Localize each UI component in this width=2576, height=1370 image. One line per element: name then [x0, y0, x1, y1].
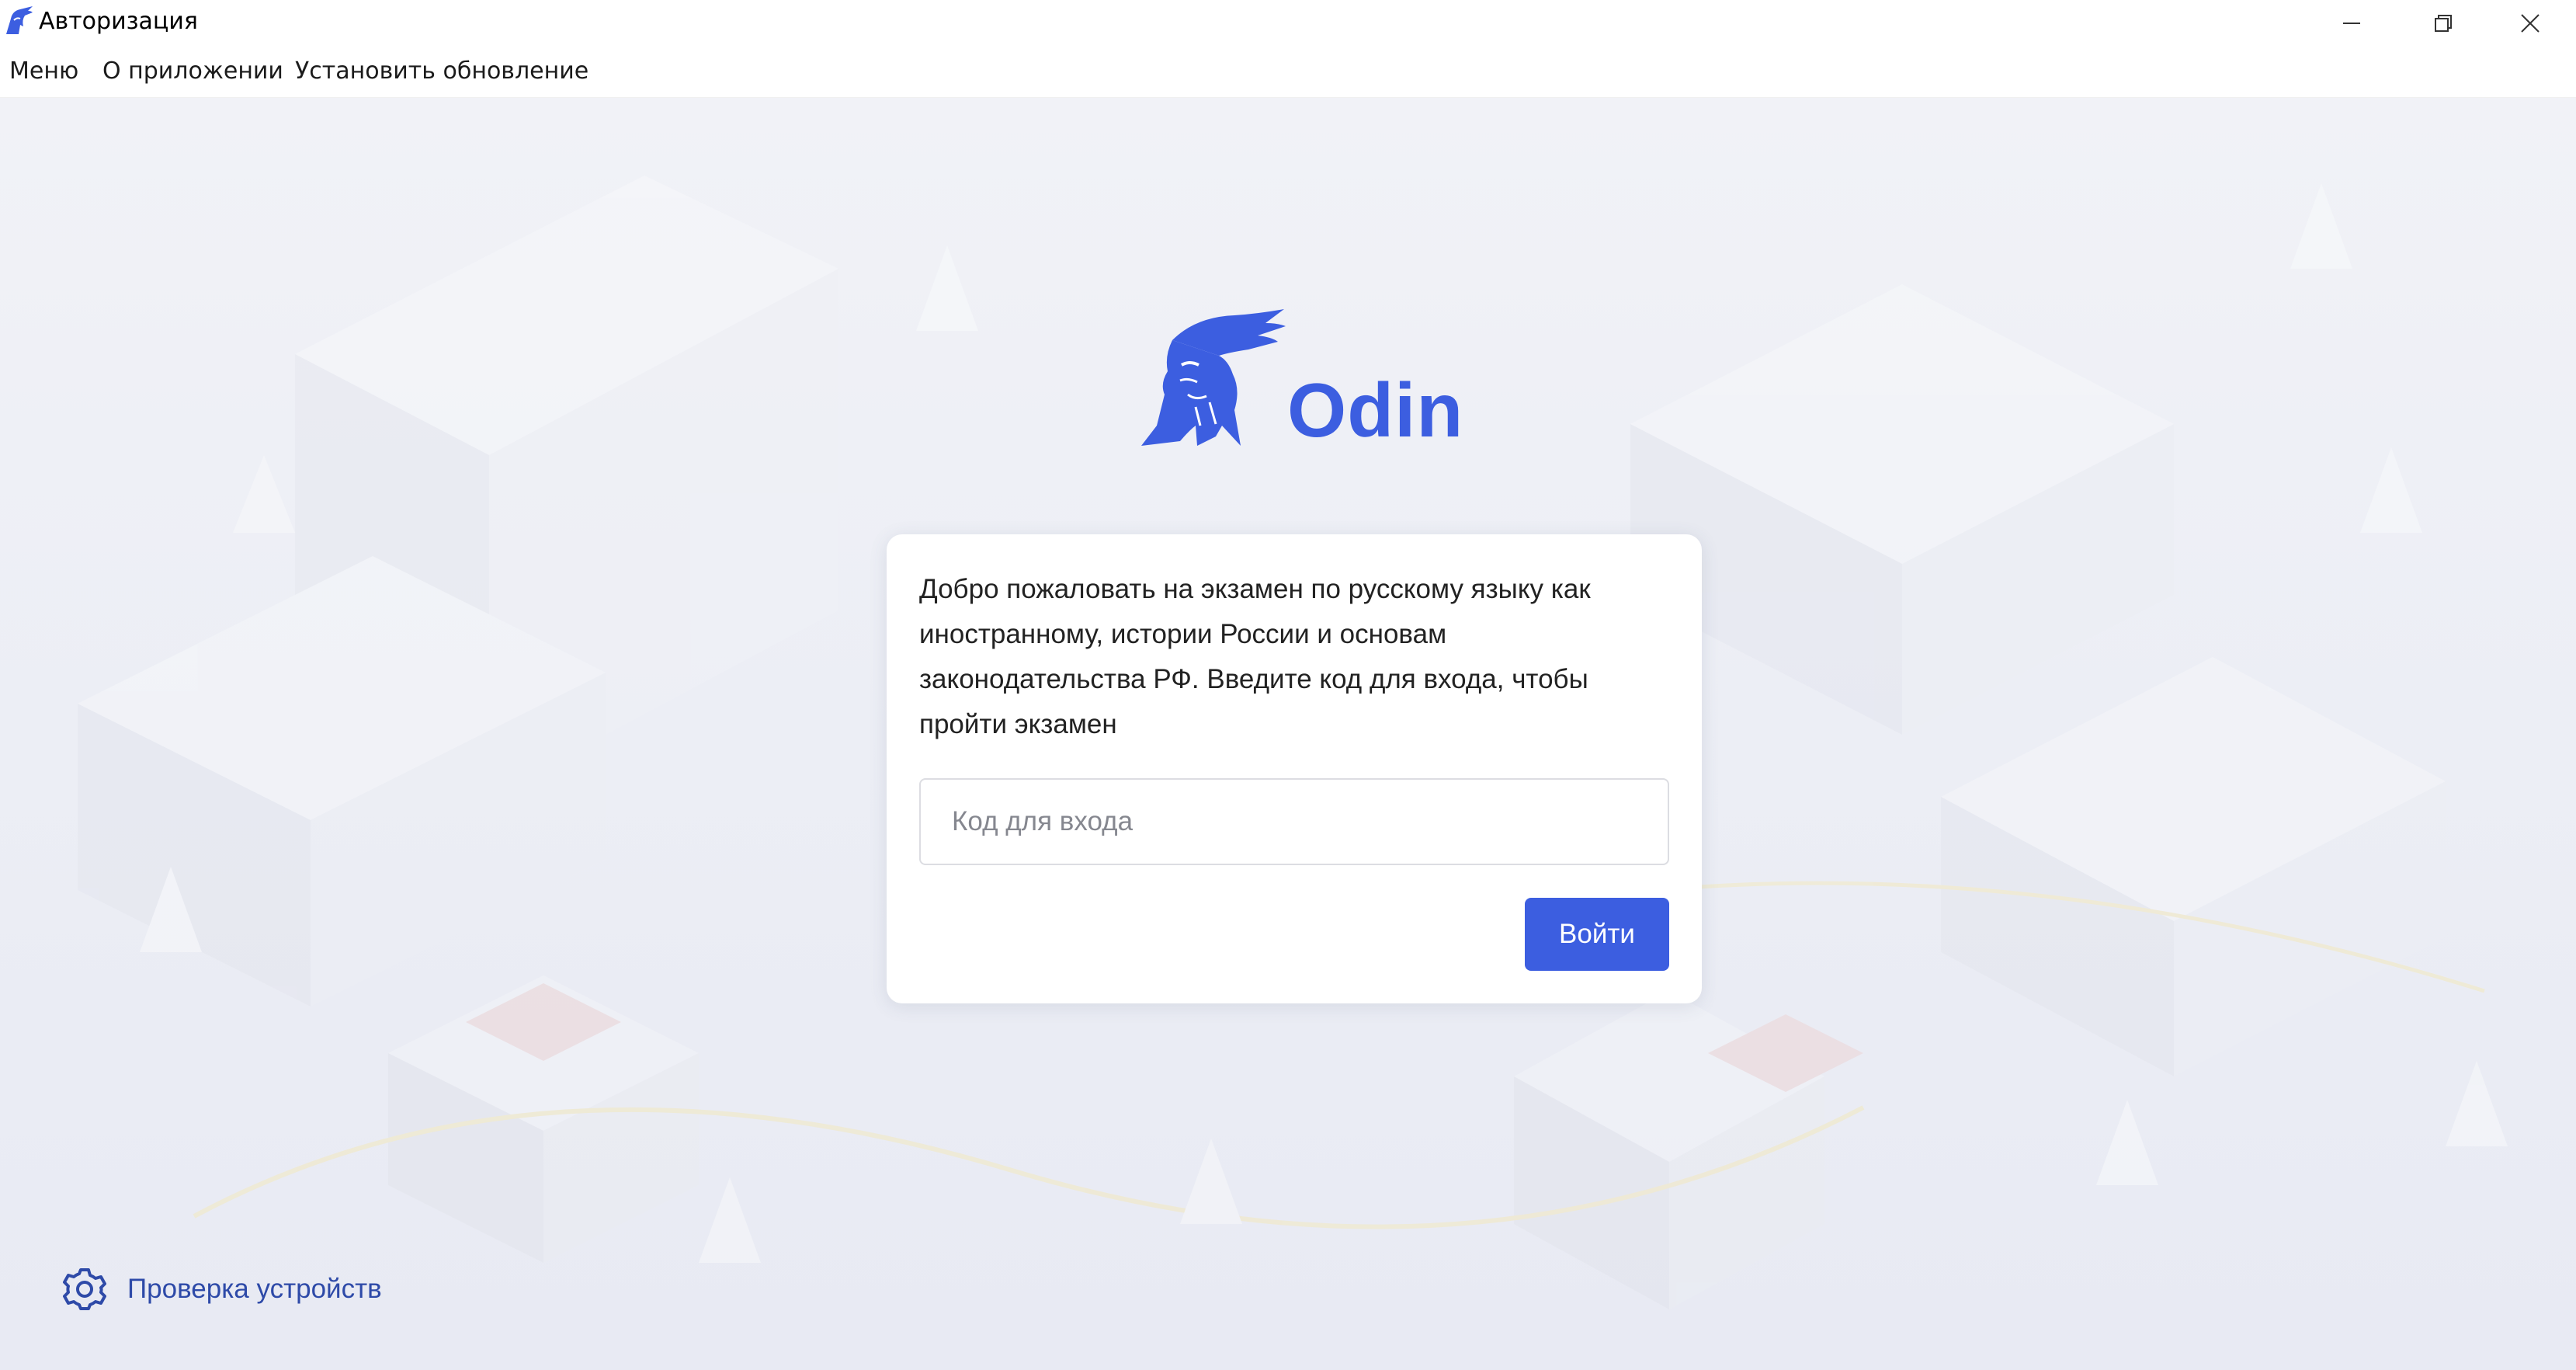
logo-wordmark: Odin	[1287, 367, 1464, 453]
app-logo-icon	[2, 3, 34, 39]
login-card: Добро пожаловать на экзамен по русскому …	[887, 534, 1702, 1003]
minimize-icon	[2343, 23, 2360, 24]
odin-head-icon	[1141, 309, 1286, 446]
close-button[interactable]	[2484, 0, 2576, 47]
app-window: Авторизация Меню О приложении Установить…	[0, 0, 2576, 1370]
odin-logo: Odin	[1141, 309, 1464, 457]
restore-icon	[2435, 15, 2452, 32]
menu-bar: Меню О приложении Установить обновление	[0, 47, 2576, 98]
login-code-input[interactable]	[919, 778, 1669, 865]
welcome-text: Добро пожаловать на экзамен по русскому …	[919, 574, 1591, 739]
device-check-label: Проверка устройств	[127, 1274, 382, 1304]
menu-item-about[interactable]: О приложении	[102, 57, 283, 85]
close-icon	[2521, 14, 2540, 33]
menu-item-install-update[interactable]: Установить обновление	[295, 57, 588, 85]
window-title: Авторизация	[39, 8, 198, 35]
device-check-link[interactable]: Проверка устройств	[62, 1264, 382, 1314]
login-button[interactable]: Войти	[1525, 898, 1669, 971]
title-bar: Авторизация	[0, 0, 2576, 47]
minimize-button[interactable]	[2306, 0, 2397, 47]
restore-button[interactable]	[2397, 0, 2489, 47]
gear-icon	[63, 1268, 106, 1310]
menu-item-menu[interactable]: Меню	[9, 57, 78, 85]
